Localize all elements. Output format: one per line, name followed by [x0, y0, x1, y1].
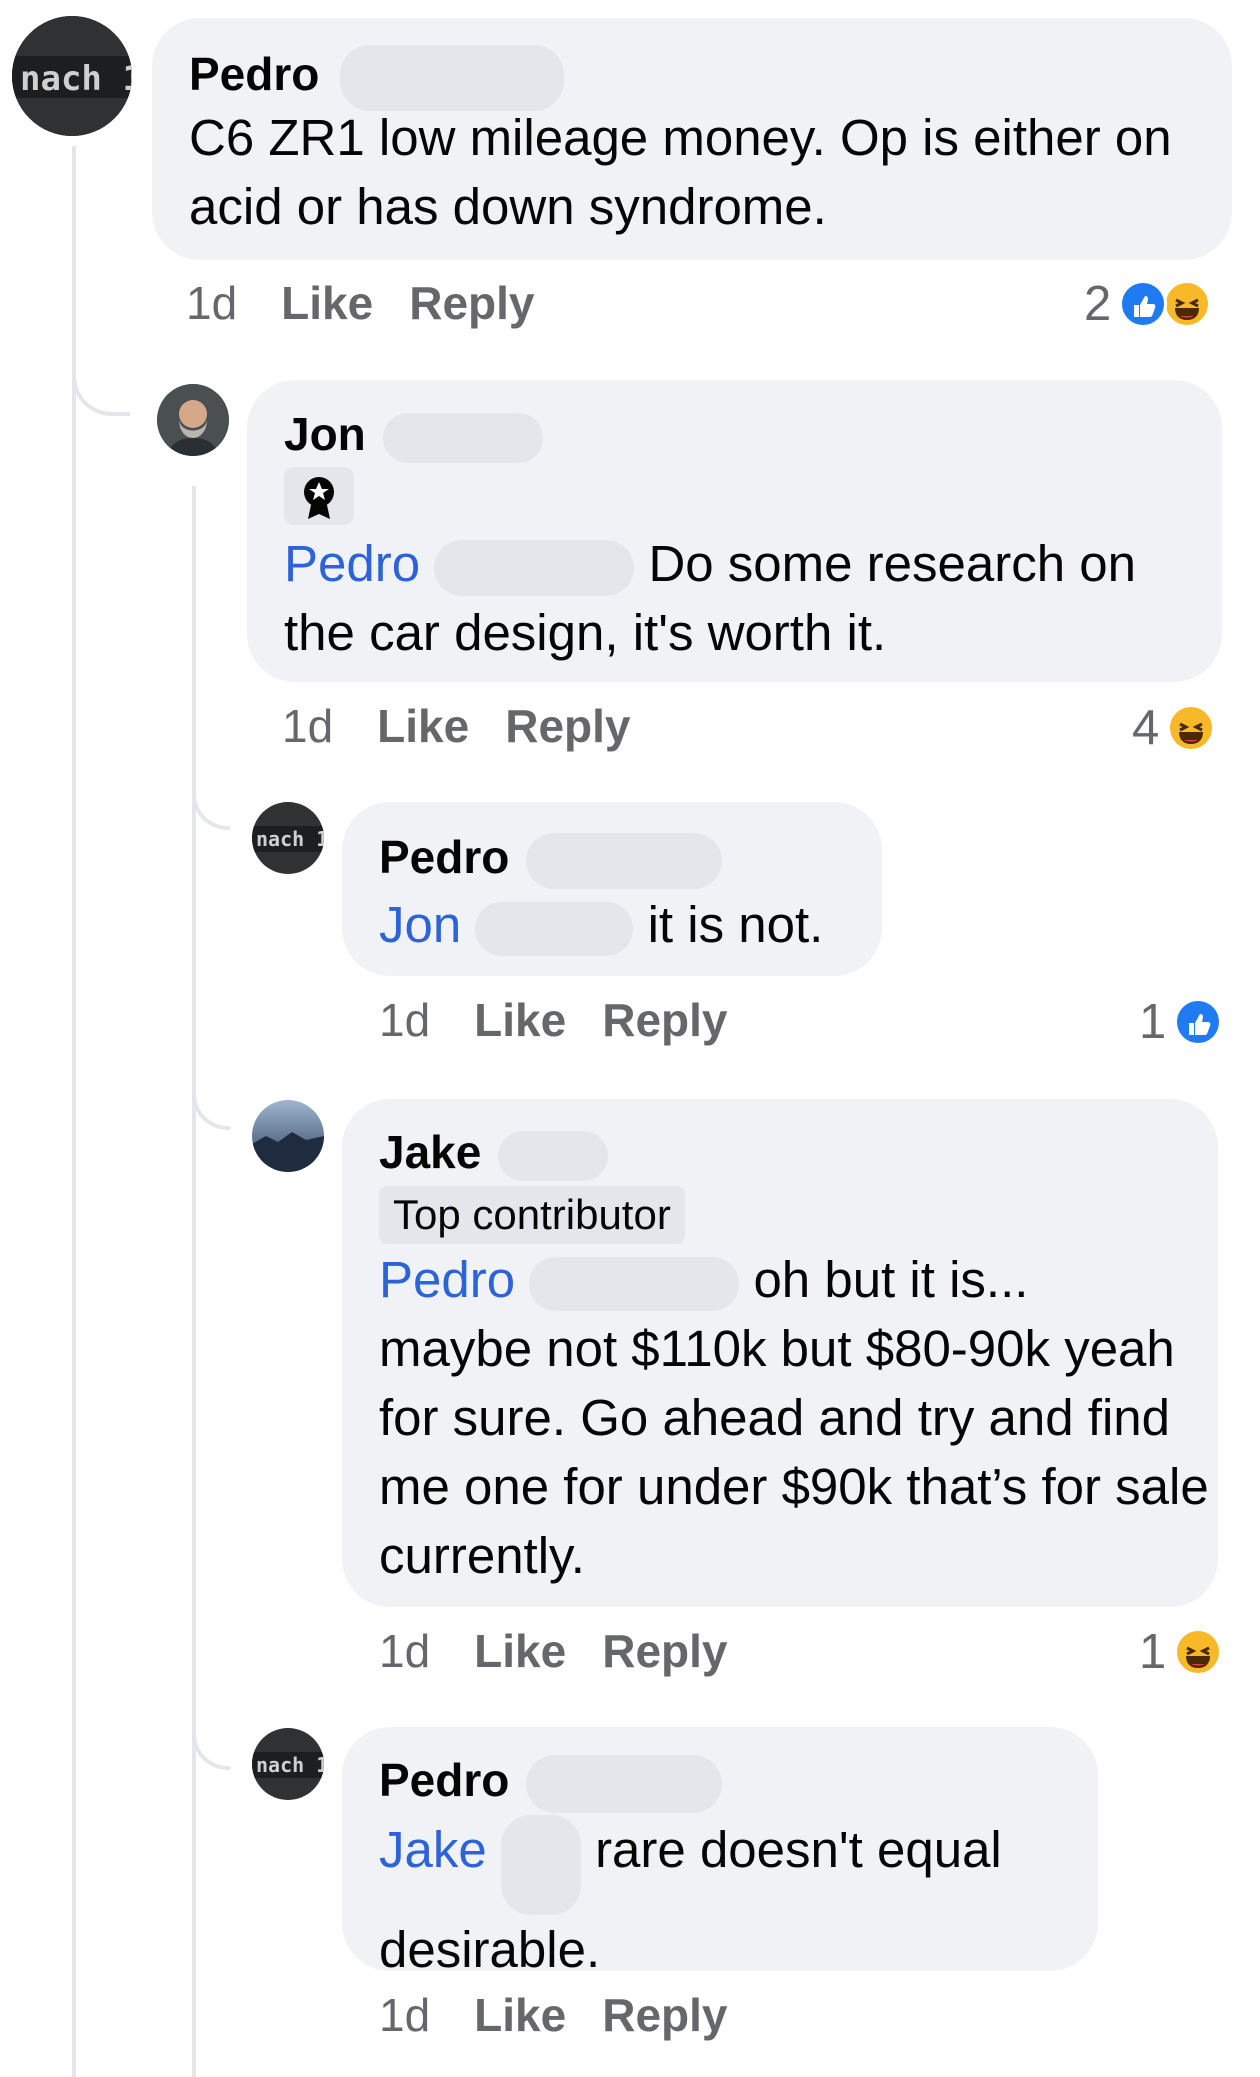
redacted-name [526, 832, 723, 889]
reply-button[interactable]: Reply [602, 994, 727, 1046]
author-name[interactable]: Jake [379, 1126, 481, 1178]
reaction-count: 1 [1139, 995, 1167, 1049]
like-button[interactable]: Like [474, 1989, 566, 2041]
reaction-summary[interactable]: 4 [1132, 700, 1216, 756]
reaction-summary[interactable]: 1 [1139, 1624, 1223, 1680]
comment-actions: 1d Like Reply [186, 276, 534, 330]
redacted-name [529, 1256, 740, 1311]
like-button[interactable]: Like [474, 1625, 566, 1677]
comment-author[interactable]: Pedro [379, 1753, 723, 1813]
comment-actions: 1d Like Reply [282, 699, 630, 753]
comment-body: it is not. [647, 896, 824, 953]
svg-text:nach 1: nach 1 [20, 59, 132, 99]
thread-line-replies [192, 486, 196, 2077]
comment-body: maybe not $110k but $80-90k yeah for sur… [379, 1320, 1209, 1584]
thread-connector-reply-2 [192, 1080, 230, 1130]
reaction-count: 4 [1132, 701, 1160, 755]
redacted-name [434, 539, 635, 596]
comment-text: C6 ZR1 low mileage money. Op is either o… [189, 109, 1172, 235]
like-button[interactable]: Like [474, 994, 566, 1046]
thread-connector-reply-3 [192, 1720, 230, 1770]
reaction-count: 1 [1139, 1625, 1167, 1679]
like-icon [1119, 280, 1168, 328]
comment-author[interactable]: Pedro [189, 45, 565, 111]
comment-actions: 1d Like Reply [379, 1624, 727, 1678]
badge-icon[interactable] [284, 467, 354, 525]
author-name[interactable]: Jon [284, 408, 366, 460]
author-name[interactable]: Pedro [189, 48, 319, 100]
like-icon [1174, 998, 1223, 1046]
author-name[interactable]: Pedro [379, 1754, 509, 1806]
redacted-name [475, 901, 634, 956]
reply-button[interactable]: Reply [602, 1989, 727, 2041]
comment-timestamp[interactable]: 1d [379, 994, 430, 1046]
mention-link[interactable]: Jon [379, 896, 461, 953]
redacted-name [498, 1130, 609, 1181]
comment-actions: 1d Like Reply [379, 993, 727, 1047]
redacted-name [500, 1815, 581, 1915]
avatar[interactable]: nach 1 [252, 1728, 324, 1800]
comment-actions: 1d Like Reply [379, 1988, 727, 2042]
svg-text:nach 1: nach 1 [256, 827, 324, 851]
top-contributor-badge[interactable]: Top contributor [379, 1186, 685, 1244]
redacted-name [526, 1754, 723, 1813]
haha-icon [1163, 280, 1212, 328]
comment-text: Jake rare doesn't equal desirable. [379, 1815, 1079, 1984]
thread-connector-jon [72, 360, 130, 416]
comment-timestamp[interactable]: 1d [186, 277, 237, 329]
haha-icon [1167, 704, 1216, 752]
reaction-count: 2 [1084, 277, 1112, 331]
svg-text:nach 1: nach 1 [256, 1753, 324, 1777]
reply-button[interactable]: Reply [409, 277, 534, 329]
redacted-name [340, 45, 565, 111]
comment-text: Pedro Do some research on the car design… [284, 529, 1204, 667]
comment-author[interactable]: Jake [379, 1125, 609, 1181]
comment-author[interactable]: Pedro [379, 830, 723, 889]
avatar[interactable]: nach 1 [252, 802, 324, 874]
comment-text: Jon it is not. [379, 890, 869, 959]
mention-link[interactable]: Pedro [284, 535, 420, 592]
avatar[interactable]: nach 1 [12, 16, 132, 136]
comment-timestamp[interactable]: 1d [379, 1625, 430, 1677]
reaction-summary[interactable]: 1 [1139, 994, 1223, 1050]
comment-body: rare doesn't equal [595, 1821, 1002, 1878]
mention-link[interactable]: Pedro [379, 1251, 515, 1308]
comment-author[interactable]: Jon [284, 407, 543, 463]
comment-timestamp[interactable]: 1d [379, 1989, 430, 2041]
comment-timestamp[interactable]: 1d [282, 700, 333, 752]
author-name[interactable]: Pedro [379, 831, 509, 883]
comment-body: desirable. [379, 1921, 601, 1978]
reaction-summary[interactable]: 2 [1084, 276, 1215, 332]
like-button[interactable]: Like [377, 700, 469, 752]
avatar[interactable] [157, 384, 229, 456]
avatar[interactable] [252, 1100, 324, 1172]
comment-text: Pedro oh but it is... maybe not $110k bu… [379, 1245, 1209, 1590]
reply-button[interactable]: Reply [505, 700, 630, 752]
reply-button[interactable]: Reply [602, 1625, 727, 1677]
redacted-name [382, 412, 543, 463]
thread-connector-reply-1 [192, 780, 230, 830]
thread-line-main [72, 146, 76, 2077]
mention-link[interactable]: Jake [379, 1821, 487, 1878]
comment-body: oh but it is... [753, 1251, 1029, 1308]
haha-icon [1174, 1628, 1223, 1676]
like-button[interactable]: Like [281, 277, 373, 329]
